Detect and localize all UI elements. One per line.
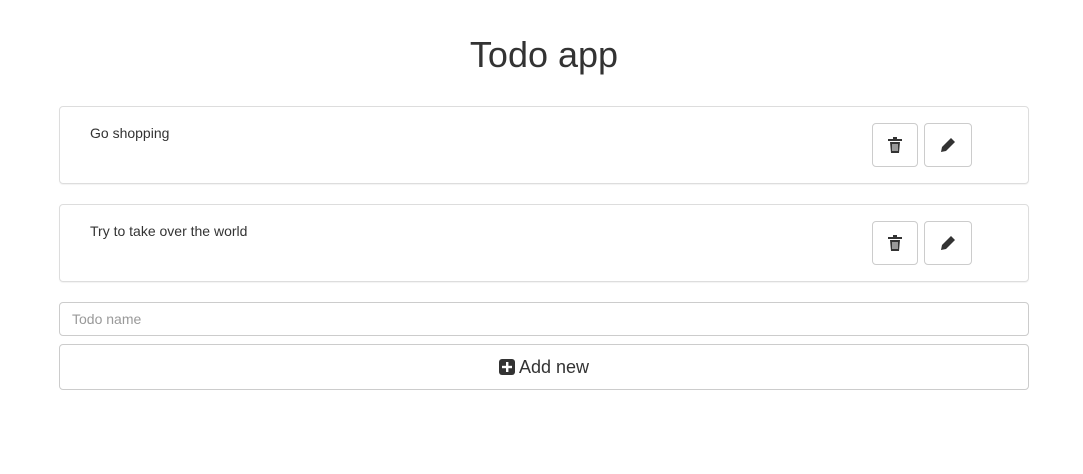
todo-item: Go shopping <box>59 106 1029 184</box>
pencil-icon <box>941 138 955 152</box>
add-new-label: Add new <box>518 356 590 377</box>
pencil-icon <box>941 236 955 250</box>
todo-name: Try to take over the world <box>90 223 248 239</box>
todo-item: Try to take over the world <box>59 204 1029 282</box>
delete-button[interactable] <box>872 221 918 265</box>
edit-button[interactable] <box>924 221 972 265</box>
todo-name-input[interactable] <box>59 302 1029 336</box>
trash-icon <box>888 235 902 251</box>
trash-icon <box>888 137 902 153</box>
plus-square-icon <box>498 359 515 375</box>
todo-name: Go shopping <box>90 125 170 141</box>
delete-button[interactable] <box>872 123 918 167</box>
add-new-button[interactable]: Add new <box>59 344 1029 390</box>
edit-button[interactable] <box>924 123 972 167</box>
page-title: Todo app <box>469 34 619 75</box>
